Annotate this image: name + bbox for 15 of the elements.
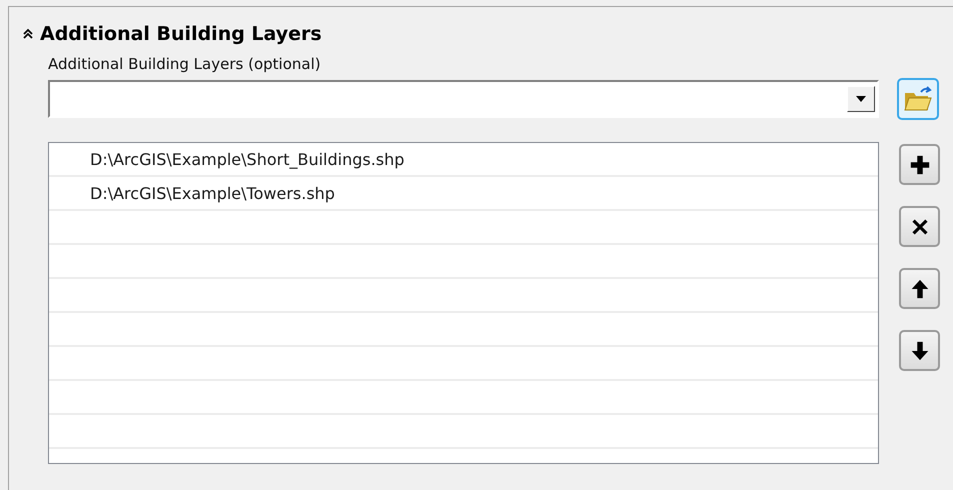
- move-down-button[interactable]: [899, 330, 940, 371]
- collapse-icon[interactable]: [22, 27, 34, 41]
- remove-button[interactable]: [899, 206, 940, 247]
- add-button[interactable]: [899, 144, 940, 185]
- move-up-button[interactable]: [899, 268, 940, 309]
- folder-icon: [903, 85, 933, 113]
- plus-icon: [908, 154, 930, 176]
- layer-dropdown[interactable]: [48, 80, 879, 118]
- section-title: Additional Building Layers: [40, 23, 322, 45]
- layer-path[interactable]: D:\ArcGIS\Example\Towers.shp: [90, 184, 335, 202]
- layer-path[interactable]: D:\ArcGIS\Example\Short_Buildings.shp: [90, 150, 404, 168]
- dropdown-button[interactable]: [847, 86, 875, 112]
- caret-icon: [855, 95, 867, 103]
- field-label: Additional Building Layers (optional): [48, 55, 321, 73]
- browse-button[interactable]: [897, 78, 939, 120]
